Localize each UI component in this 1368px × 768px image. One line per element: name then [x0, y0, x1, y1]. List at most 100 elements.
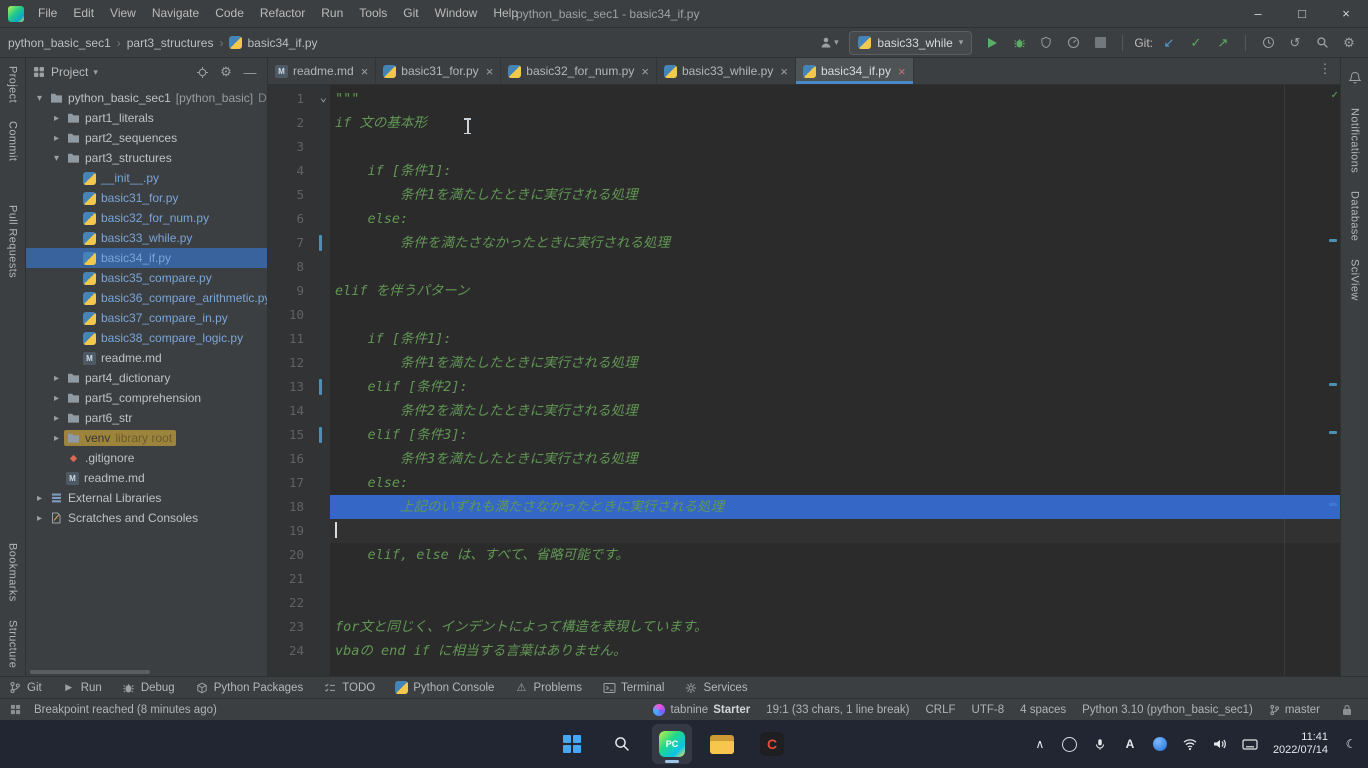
indent-style[interactable]: 4 spaces [1020, 704, 1066, 716]
bottom-tool-button-services[interactable]: Services [684, 681, 747, 695]
code-text[interactable]: 条件2を満たしたときに実行される処理 [330, 399, 1340, 423]
touch-keyboard-icon[interactable] [1237, 728, 1263, 760]
line-number[interactable]: 14 [268, 399, 330, 423]
code-text[interactable]: """ [330, 87, 1340, 111]
code-text[interactable]: for文と同じく、インデントによって構造を表現しています。 [330, 615, 1340, 639]
git-branch-widget[interactable]: master [1269, 704, 1320, 716]
debug-button[interactable] [1008, 32, 1030, 54]
bottom-tool-button-debug[interactable]: Debug [122, 681, 175, 695]
editor-line[interactable]: 1⌄""" [268, 87, 1340, 111]
tree-item-part3-structures[interactable]: ▾part3_structures [26, 148, 267, 168]
tree-item-readme-md[interactable]: Mreadme.md [26, 348, 267, 368]
locate-file-button[interactable] [191, 61, 213, 83]
scrollbar-thumb[interactable] [30, 670, 150, 674]
rollback-button[interactable]: ↺ [1284, 32, 1306, 54]
breadcrumb-item-basic34-if-py[interactable]: basic34_if.py [229, 36, 317, 50]
file-encoding[interactable]: UTF-8 [972, 704, 1005, 716]
editor-line[interactable]: 16 条件3を満たしたときに実行される処理 [268, 447, 1340, 471]
ime-mode-indicator[interactable]: A [1117, 728, 1143, 760]
tree-item-init-py[interactable]: __init__.py [26, 168, 267, 188]
editor-line[interactable]: 8 [268, 255, 1340, 279]
chevron-right-icon[interactable]: ▸ [49, 133, 64, 144]
menu-window[interactable]: Window [427, 0, 486, 27]
stripe-button-commit[interactable]: Commit [7, 121, 19, 161]
code-with-me-button[interactable]: ▾ [818, 32, 840, 54]
tray-app-icon[interactable] [1057, 728, 1083, 760]
editor-line[interactable]: 24vbaの end if に相当する言葉はありません。 [268, 639, 1340, 663]
chevron-right-icon[interactable]: ▸ [49, 393, 64, 404]
bottom-tool-button-python-console[interactable]: Python Console [395, 681, 494, 695]
run-configuration-select[interactable]: basic33_while ▾ [849, 31, 972, 55]
taskbar-app-c-button[interactable]: C [752, 724, 792, 764]
line-number[interactable]: 1⌄ [268, 87, 330, 111]
tree-item-venv[interactable]: ▸venv library root [26, 428, 267, 448]
code-text[interactable]: elif [条件2]: [330, 375, 1340, 399]
wifi-icon[interactable] [1177, 728, 1203, 760]
tree-item-part6-str[interactable]: ▸part6_str [26, 408, 267, 428]
taskbar-search-button[interactable] [602, 724, 642, 764]
chevron-down-icon[interactable]: ▾ [32, 93, 47, 104]
editor-line[interactable]: 11 if [条件1]: [268, 327, 1340, 351]
menu-run[interactable]: Run [313, 0, 351, 27]
code-text[interactable] [330, 303, 1340, 327]
tree-item-part4-dictionary[interactable]: ▸part4_dictionary [26, 368, 267, 388]
code-text[interactable]: else: [330, 207, 1340, 231]
tree-item-basic31-for-py[interactable]: basic31_for.py [26, 188, 267, 208]
code-text[interactable] [330, 591, 1340, 615]
tree-item-readme-md[interactable]: Mreadme.md [26, 468, 267, 488]
editor-line[interactable]: 5 条件1を満たしたときに実行される処理 [268, 183, 1340, 207]
tab-options-button[interactable]: ⋮ [1314, 58, 1336, 80]
code-text[interactable]: elif, else は、すべて、省略可能です。 [330, 543, 1340, 567]
tab-basic33-while-py[interactable]: basic33_while.py× [657, 58, 796, 84]
editor-line[interactable]: 23for文と同じく、インデントによって構造を表現しています。 [268, 615, 1340, 639]
line-number[interactable]: 23 [268, 615, 330, 639]
code-text[interactable]: vbaの end if に相当する言葉はありません。 [330, 639, 1340, 663]
code-text[interactable]: 条件1を満たしたときに実行される処理 [330, 351, 1340, 375]
close-tab-icon[interactable]: × [780, 64, 788, 79]
code-text[interactable]: if [条件1]: [330, 327, 1340, 351]
tray-microphone-icon[interactable] [1087, 728, 1113, 760]
code-text[interactable] [330, 519, 1340, 543]
tool-window-switcher-icon[interactable] [4, 699, 26, 721]
bottom-tool-button-problems[interactable]: ⚠Problems [514, 681, 582, 695]
line-number[interactable]: 9 [268, 279, 330, 303]
tree-item-part2-sequences[interactable]: ▸part2_sequences [26, 128, 267, 148]
tab-basic31-for-py[interactable]: basic31_for.py× [376, 58, 501, 84]
line-number[interactable]: 12 [268, 351, 330, 375]
code-text[interactable]: else: [330, 471, 1340, 495]
menu-view[interactable]: View [102, 0, 144, 27]
project-scrollbar[interactable] [26, 668, 267, 676]
editor-line[interactable]: 9elif を伴うパターン [268, 279, 1340, 303]
line-number[interactable]: 2 [268, 111, 330, 135]
editor-line[interactable]: 22 [268, 591, 1340, 615]
tray-chevron-up-icon[interactable]: ∧ [1027, 728, 1053, 760]
line-number[interactable]: 3 [268, 135, 330, 159]
line-number[interactable]: 17 [268, 471, 330, 495]
line-number[interactable]: 18 [268, 495, 330, 519]
inspections-ok-icon[interactable]: ✓ [1331, 88, 1338, 101]
menu-navigate[interactable]: Navigate [144, 0, 207, 27]
menu-file[interactable]: File [30, 0, 65, 27]
tree-item-basic36-compare-arithmetic-py[interactable]: basic36_compare_arithmetic.py [26, 288, 267, 308]
editor-line[interactable]: 20 elif, else は、すべて、省略可能です。 [268, 543, 1340, 567]
menu-git[interactable]: Git [395, 0, 426, 27]
minimize-button[interactable]: – [1236, 0, 1280, 27]
bottom-tool-button-python-packages[interactable]: Python Packages [195, 681, 304, 695]
code-text[interactable]: elif を伴うパターン [330, 279, 1340, 303]
tree-item-part1-literals[interactable]: ▸part1_literals [26, 108, 267, 128]
tab-basic34-if-py[interactable]: basic34_if.py× [796, 58, 914, 84]
chevron-right-icon[interactable]: ▸ [49, 413, 64, 424]
code-text[interactable]: 上記のいずれも満たさなかったときに実行される処理 [330, 495, 1340, 519]
editor-line[interactable]: 18 上記のいずれも満たさなかったときに実行される処理 [268, 495, 1340, 519]
fold-icon[interactable]: ⌄ [320, 85, 327, 109]
editor[interactable]: 1⌄"""2if 文の基本形34 if [条件1]:5 条件1を満たしたときに実… [268, 85, 1340, 676]
tree-item-basic35-compare-py[interactable]: basic35_compare.py [26, 268, 267, 288]
hide-panel-button[interactable]: — [239, 61, 261, 83]
code-text[interactable]: 条件3を満たしたときに実行される処理 [330, 447, 1340, 471]
bottom-tool-button-git[interactable]: Git [8, 681, 42, 695]
menu-tools[interactable]: Tools [351, 0, 395, 27]
tree-item-basic38-compare-logic-py[interactable]: basic38_compare_logic.py [26, 328, 267, 348]
line-number[interactable]: 10 [268, 303, 330, 327]
settings-button[interactable]: ⚙ [1338, 32, 1360, 54]
tree-item-python-basic-sec1[interactable]: ▾python_basic_sec1 [python_basic] D:\ [26, 88, 267, 108]
